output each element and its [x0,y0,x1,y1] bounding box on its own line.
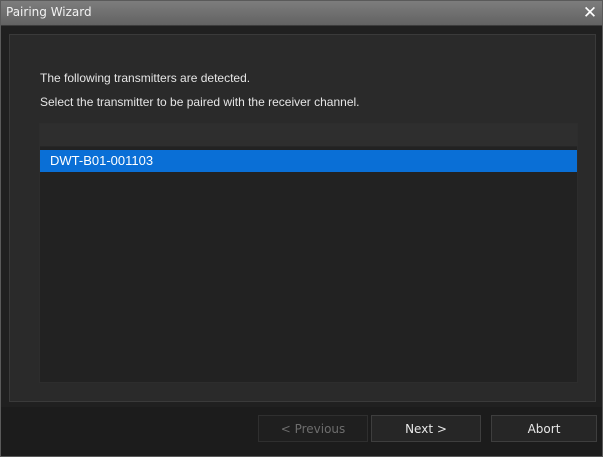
pairing-wizard-window: Pairing Wizard ✕ The following transmitt… [0,0,603,457]
list-item-selected[interactable]: DWT-B01-001103 [40,150,577,172]
close-icon[interactable]: ✕ [579,1,601,25]
instruction-line-2: Select the transmitter to be paired with… [40,95,360,109]
title-bar[interactable]: Pairing Wizard ✕ [1,1,602,26]
abort-button[interactable]: Abort [491,415,597,442]
next-button[interactable]: Next > [371,415,481,442]
button-bar: < Previous Next > Abort [1,407,602,456]
window-title: Pairing Wizard [6,5,92,19]
transmitter-list[interactable]: DWT-B01-001103 [39,123,578,383]
wizard-content-panel: The following transmitters are detected.… [9,34,596,402]
list-header [40,124,577,147]
previous-button[interactable]: < Previous [258,415,368,442]
instruction-line-1: The following transmitters are detected. [40,71,251,85]
list-item-label: DWT-B01-001103 [50,153,154,168]
